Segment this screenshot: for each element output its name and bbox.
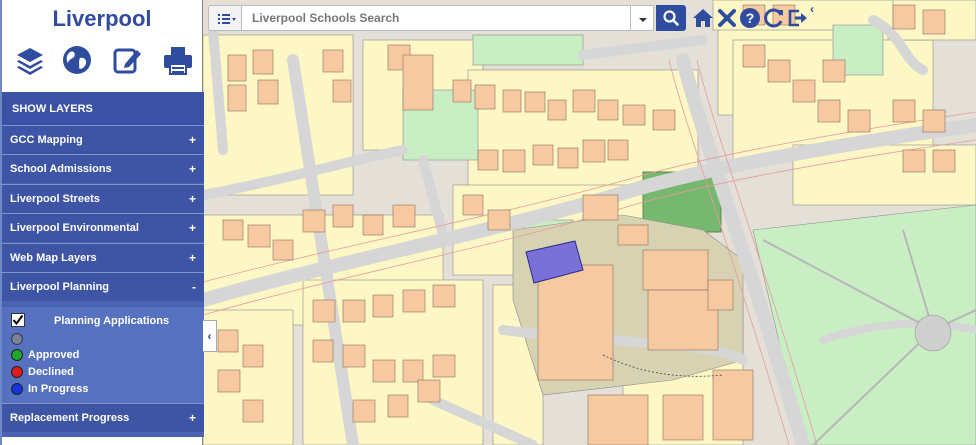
help-icon[interactable]: ? (739, 6, 761, 30)
planning-applications-checkbox[interactable] (11, 313, 25, 327)
app-title: Liverpool (52, 6, 152, 31)
toolbar-collapse-chevron-icon[interactable]: ‹ (810, 2, 822, 16)
search-menu-button[interactable] (208, 5, 242, 31)
map-canvas[interactable] (203, 0, 976, 445)
legend-dot-approved (11, 349, 23, 361)
globe-icon[interactable] (61, 44, 93, 76)
search-button[interactable] (656, 5, 686, 31)
expand-icon[interactable]: + (189, 133, 196, 147)
legend-dot-declined (11, 366, 23, 378)
planning-applications-label: Planning Applications (54, 315, 170, 327)
logout-icon[interactable] (787, 6, 809, 30)
search-dropdown-button[interactable] (630, 5, 654, 31)
search-icon (663, 10, 679, 26)
collapse-icon[interactable]: - (192, 280, 196, 294)
home-icon[interactable] (692, 6, 714, 30)
layer-group-school-admissions[interactable]: School Admissions + (2, 154, 204, 183)
layer-group-liverpool-planning[interactable]: Liverpool Planning - (2, 272, 204, 301)
layer-group-liverpool-streets[interactable]: Liverpool Streets + (2, 184, 204, 213)
legend-label-approved: Approved (28, 349, 80, 361)
svg-text:?: ? (746, 10, 755, 26)
expand-icon[interactable]: + (189, 221, 196, 235)
edit-icon[interactable] (111, 44, 143, 76)
close-icon[interactable] (716, 6, 738, 30)
layer-group-web-map-layers[interactable]: Web Map Layers + (2, 243, 204, 272)
sidebar-collapse-chevron-icon[interactable]: ‹ (203, 320, 217, 352)
legend-label-declined: Declined (28, 366, 74, 378)
expand-icon[interactable]: + (189, 162, 196, 176)
planning-layer-list: Planning Applications Approved Declined … (2, 307, 204, 403)
layer-group-gcc-mapping[interactable]: GCC Mapping + (2, 125, 204, 154)
search-bar (208, 5, 686, 31)
refresh-icon[interactable] (763, 6, 785, 30)
map-view[interactable] (203, 0, 976, 445)
layers-panel: SHOW LAYERS GCC Mapping + School Admissi… (2, 92, 204, 437)
legend-dot-in-progress (11, 383, 23, 395)
map-toolbar: ? (690, 6, 810, 32)
expand-icon[interactable]: + (189, 251, 196, 265)
expand-icon[interactable]: + (189, 411, 196, 425)
legend-dot-pending (11, 333, 23, 345)
layer-group-replacement-progress[interactable]: Replacement Progress + (2, 403, 204, 432)
expand-icon[interactable]: + (189, 192, 196, 206)
layer-group-liverpool-environmental[interactable]: Liverpool Environmental + (2, 213, 204, 242)
search-input[interactable] (242, 5, 639, 31)
layers-icon[interactable] (14, 44, 46, 76)
print-icon[interactable] (162, 44, 194, 76)
legend-label-in-progress: In Progress (28, 383, 89, 395)
caret-down-icon (639, 18, 647, 22)
list-icon (218, 14, 236, 24)
sidebar: Liverpool SHOW LAYERS GCC Mapping + Scho… (0, 0, 204, 445)
show-layers-header[interactable]: SHOW LAYERS (2, 92, 204, 125)
